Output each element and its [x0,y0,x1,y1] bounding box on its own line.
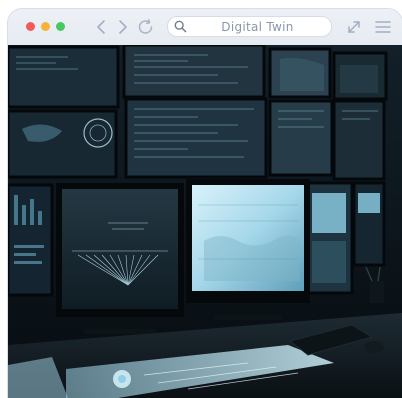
reload-icon [138,19,153,34]
minimize-window-button[interactable] [41,22,50,31]
search-input[interactable] [190,19,325,34]
reload-button[interactable] [136,18,156,36]
control-room-photo [8,45,402,398]
back-button[interactable] [94,18,110,36]
forward-button[interactable] [114,18,130,36]
hamburger-menu-icon [375,21,391,33]
menu-button[interactable] [374,18,392,36]
browser-window [8,9,402,398]
browser-toolbar [8,9,402,45]
search-icon [174,20,187,33]
chevron-right-icon [119,20,127,34]
close-window-button[interactable] [26,22,35,31]
monitor-left [56,183,184,334]
page-content [8,45,402,398]
search-bar[interactable] [167,16,332,37]
chevron-left-icon [97,20,105,34]
expand-button[interactable] [345,18,363,36]
maximize-window-button[interactable] [56,22,65,31]
monitor-center [186,179,310,320]
expand-icon [348,21,360,33]
